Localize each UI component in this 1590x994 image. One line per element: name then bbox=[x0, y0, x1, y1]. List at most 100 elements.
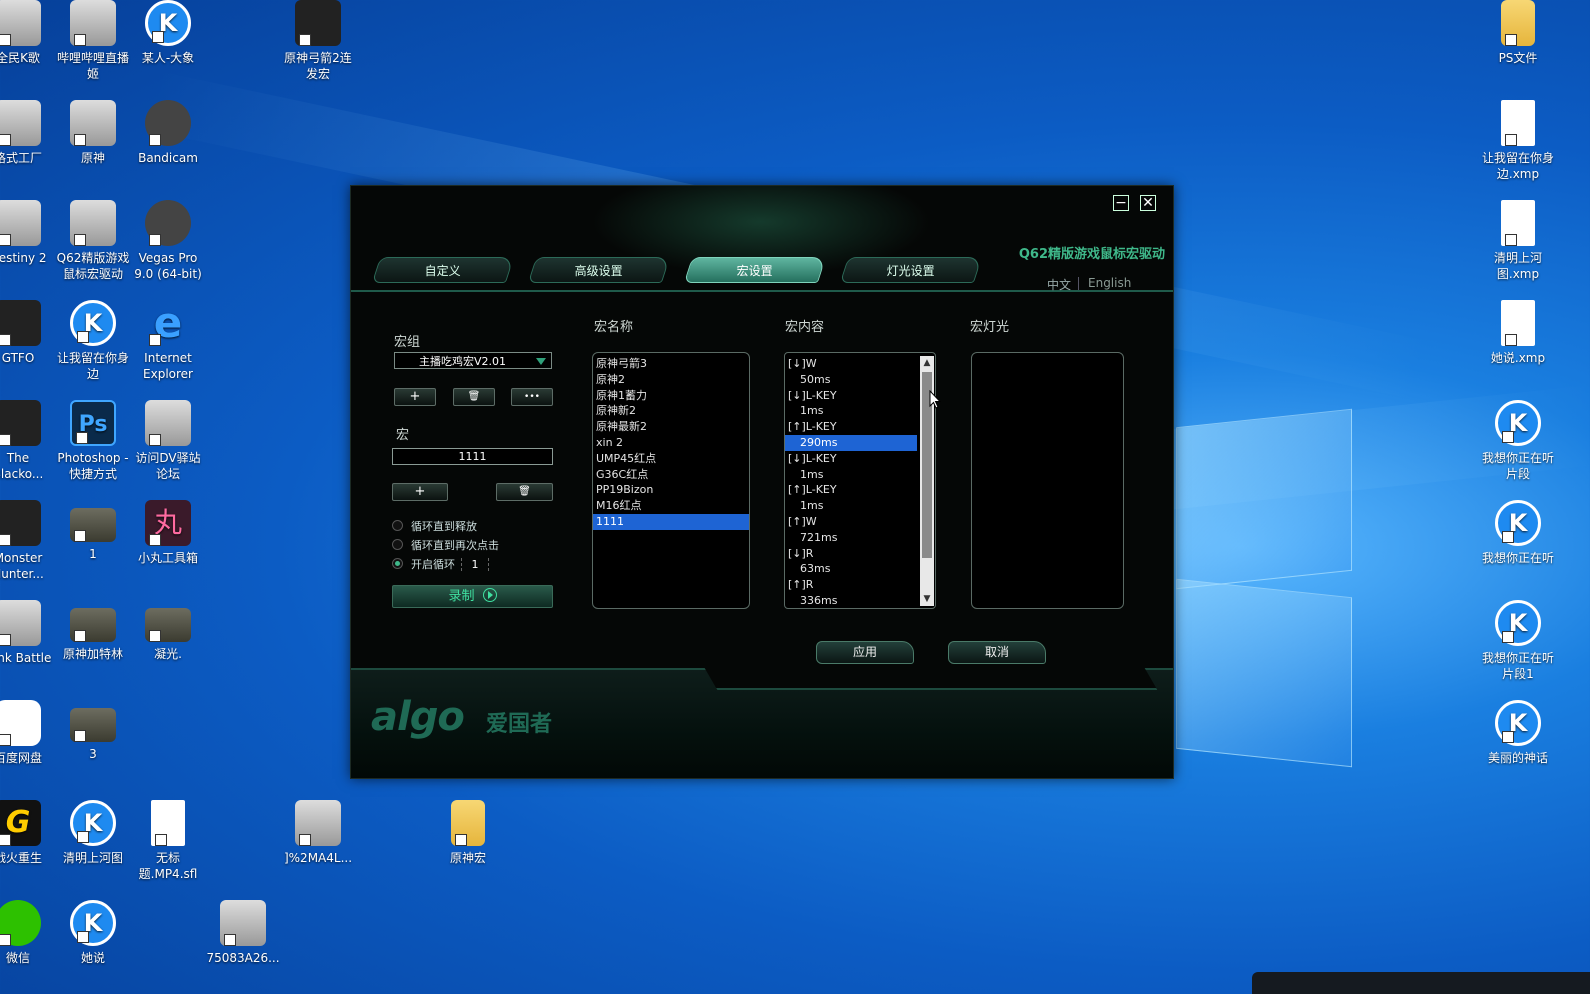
algo-logo-cn: 爱国者 bbox=[486, 712, 553, 737]
vid-icon bbox=[70, 508, 116, 542]
desktop-icon-right-5[interactable]: K 我想你正在听 bbox=[1480, 500, 1556, 566]
desktop-icon-1[interactable]: 哔哩哔哩直播姬 bbox=[55, 0, 131, 82]
macro-driver-window: − ✕ Q62精版游戏鼠标宏驱动 自定义 高级设置 宏设置 灯光设置 中文 En… bbox=[350, 185, 1174, 779]
macro-names-list[interactable]: 原神弓箭3 原神2 原神1蓄力 原神新2 原神最新2 xin 2 UMP45红点 G36C红点… bbox=[592, 352, 750, 609]
desktop-icon-17[interactable]: 1 bbox=[55, 500, 131, 562]
desktop-icon-29[interactable]: 微信 bbox=[0, 900, 56, 966]
desktop-icon-31[interactable]: 75083A26... bbox=[205, 900, 281, 966]
desktop-icon-24[interactable]: G 战火重生 bbox=[0, 800, 56, 866]
desktop-icon-20[interactable]: 原神加特林 bbox=[55, 600, 131, 662]
desktop-icon-right-7[interactable]: K 美丽的神话 bbox=[1480, 700, 1556, 766]
macro-group-select[interactable]: 主播吃鸡宏V2.01 bbox=[394, 352, 552, 369]
enable-loop-option[interactable]: 开启循环 1 bbox=[392, 556, 489, 572]
desktop-icon-14[interactable]: Ps Photoshop - 快捷方式 bbox=[55, 400, 131, 482]
lang-english[interactable]: English bbox=[1088, 276, 1131, 290]
bottom-panel-tab bbox=[704, 668, 1158, 690]
list-item[interactable]: 1ms bbox=[785, 403, 917, 419]
desktop-icon-21[interactable]: 凝光. bbox=[130, 600, 206, 662]
list-item[interactable]: 原神2 bbox=[593, 372, 749, 388]
desktop-icon-19[interactable]: Tank Battle bbox=[0, 600, 56, 666]
list-item[interactable]: [↑]W bbox=[785, 514, 917, 530]
desktop-icon-right-1[interactable]: 让我留在你身边.xmp bbox=[1480, 100, 1556, 182]
list-item[interactable]: UMP45红点 bbox=[593, 451, 749, 467]
scroll-down-icon[interactable]: ▼ bbox=[920, 592, 934, 606]
list-item[interactable]: [↑]L-KEY bbox=[785, 419, 917, 435]
add-group-button[interactable]: + bbox=[394, 388, 436, 406]
list-item[interactable]: [↓]L-KEY bbox=[785, 451, 917, 467]
desktop-icon-22[interactable]: 百度网盘 bbox=[0, 700, 56, 766]
list-item[interactable]: 63ms bbox=[785, 561, 917, 577]
list-item[interactable]: 1111 bbox=[593, 513, 749, 530]
close-button[interactable]: ✕ bbox=[1140, 195, 1156, 211]
desktop-icon-9[interactable]: Vegas Pro 9.0 (64-bit) bbox=[130, 200, 206, 282]
list-item[interactable]: G36C红点 bbox=[593, 467, 749, 483]
desktop-icon-right-6[interactable]: K 我想你正在听片段1 bbox=[1480, 600, 1556, 682]
tab-advanced[interactable]: 高级设置 bbox=[527, 257, 671, 283]
list-item[interactable]: 原神弓箭3 bbox=[593, 356, 749, 372]
desktop-icon-18[interactable]: 丸小丸工具箱 bbox=[130, 500, 206, 566]
tab-custom[interactable]: 自定义 bbox=[371, 257, 515, 283]
desktop-icon-30[interactable]: K 她说 bbox=[55, 900, 131, 966]
delete-macro-button[interactable]: 🗑 bbox=[496, 483, 553, 501]
loop-until-release-option[interactable]: 循环直到释放 bbox=[392, 518, 477, 534]
more-group-button[interactable]: ••• bbox=[511, 388, 553, 406]
desktop-icon-25[interactable]: K 清明上河图 bbox=[55, 800, 131, 866]
desktop-icon-16[interactable]: Monster Hunter... bbox=[0, 500, 56, 582]
desktop-icon-8[interactable]: Q62精版游戏鼠标宏驱动 bbox=[55, 200, 131, 282]
desktop-icon-right-0[interactable]: PS文件 bbox=[1480, 0, 1556, 66]
desktop-icon-4[interactable]: 格式工厂 bbox=[0, 100, 56, 166]
desktop-icon-right-2[interactable]: 清明上河图.xmp bbox=[1480, 200, 1556, 282]
list-item[interactable]: M16红点 bbox=[593, 498, 749, 514]
list-item[interactable]: xin 2 bbox=[593, 435, 749, 451]
list-item[interactable]: [↓]W bbox=[785, 356, 917, 372]
macro-name-input[interactable]: 1111 bbox=[392, 448, 553, 465]
loop-count-input[interactable]: 1 bbox=[461, 558, 489, 571]
desktop-icon-right-3[interactable]: 她说.xmp bbox=[1480, 300, 1556, 366]
desktop-icon-7[interactable]: Destiny 2 bbox=[0, 200, 56, 266]
desktop-icon-0[interactable]: 全民K歌 bbox=[0, 0, 56, 66]
desktop-icon-11[interactable]: K 让我留在你身边 bbox=[55, 300, 131, 382]
desktop-icon-6[interactable]: Bandicam bbox=[130, 100, 206, 166]
add-macro-button[interactable]: + bbox=[392, 483, 448, 501]
minimize-button[interactable]: − bbox=[1113, 195, 1129, 211]
tab-lighting[interactable]: 灯光设置 bbox=[839, 257, 983, 283]
tab-macro-settings[interactable]: 宏设置 bbox=[683, 257, 827, 283]
list-item[interactable]: 原神1蓄力 bbox=[593, 388, 749, 404]
desktop-icon-10[interactable]: GTFO bbox=[0, 300, 56, 366]
dark-icon bbox=[0, 500, 41, 546]
loop-until-click-option[interactable]: 循环直到再次点击 bbox=[392, 537, 499, 553]
lang-chinese[interactable]: 中文 bbox=[1047, 276, 1071, 293]
desktop-icon-15[interactable]: 访问DV驿站论坛 bbox=[130, 400, 206, 482]
desktop-icon-13[interactable]: The Blacko... bbox=[0, 400, 56, 482]
list-item[interactable]: 50ms bbox=[785, 372, 917, 388]
list-item[interactable]: 336ms bbox=[785, 593, 917, 608]
list-item[interactable]: 原神新2 bbox=[593, 403, 749, 419]
cancel-button[interactable]: 取消 bbox=[948, 641, 1046, 664]
list-item[interactable]: 1ms bbox=[785, 467, 917, 483]
desktop-icon-28[interactable]: 原神宏 bbox=[430, 800, 506, 866]
desktop-icon-3[interactable]: 原神弓箭2连发宏 bbox=[280, 0, 356, 82]
shortcut-arrow-icon bbox=[74, 530, 86, 542]
desktop-icon-27[interactable]: ]%2MA4L... bbox=[280, 800, 356, 866]
generic-icon bbox=[70, 200, 116, 246]
list-item[interactable]: PP19Bizon bbox=[593, 482, 749, 498]
apply-button[interactable]: 应用 bbox=[816, 641, 914, 664]
list-item[interactable]: [↑]R bbox=[785, 577, 917, 593]
desktop-icon-right-4[interactable]: K 我想你正在听片段 bbox=[1480, 400, 1556, 482]
macro-content-list[interactable]: [↓]W 50ms [↓]L-KEY 1ms [↑]L-KEY 290ms [↓]L-KEY… bbox=[784, 352, 936, 609]
desktop-icon-12[interactable]: e Internet Explorer bbox=[130, 300, 206, 382]
list-item[interactable]: 1ms bbox=[785, 498, 917, 514]
desktop-icon-26[interactable]: 无标题.MP4.sfl bbox=[130, 800, 206, 882]
scroll-up-icon[interactable]: ▲ bbox=[920, 356, 934, 370]
list-item[interactable]: 290ms bbox=[785, 434, 917, 451]
desktop-icon-5[interactable]: 原神 bbox=[55, 100, 131, 166]
list-item[interactable]: 原神最新2 bbox=[593, 419, 749, 435]
list-item[interactable]: [↓]R bbox=[785, 546, 917, 562]
list-item[interactable]: [↑]L-KEY bbox=[785, 482, 917, 498]
delete-group-button[interactable]: 🗑 bbox=[453, 388, 495, 406]
record-button[interactable]: 录制 bbox=[392, 585, 553, 608]
list-item[interactable]: [↓]L-KEY bbox=[785, 388, 917, 404]
list-item[interactable]: 721ms bbox=[785, 530, 917, 546]
desktop-icon-2[interactable]: K 某人-大象 bbox=[130, 0, 206, 66]
desktop-icon-23[interactable]: 3 bbox=[55, 700, 131, 762]
